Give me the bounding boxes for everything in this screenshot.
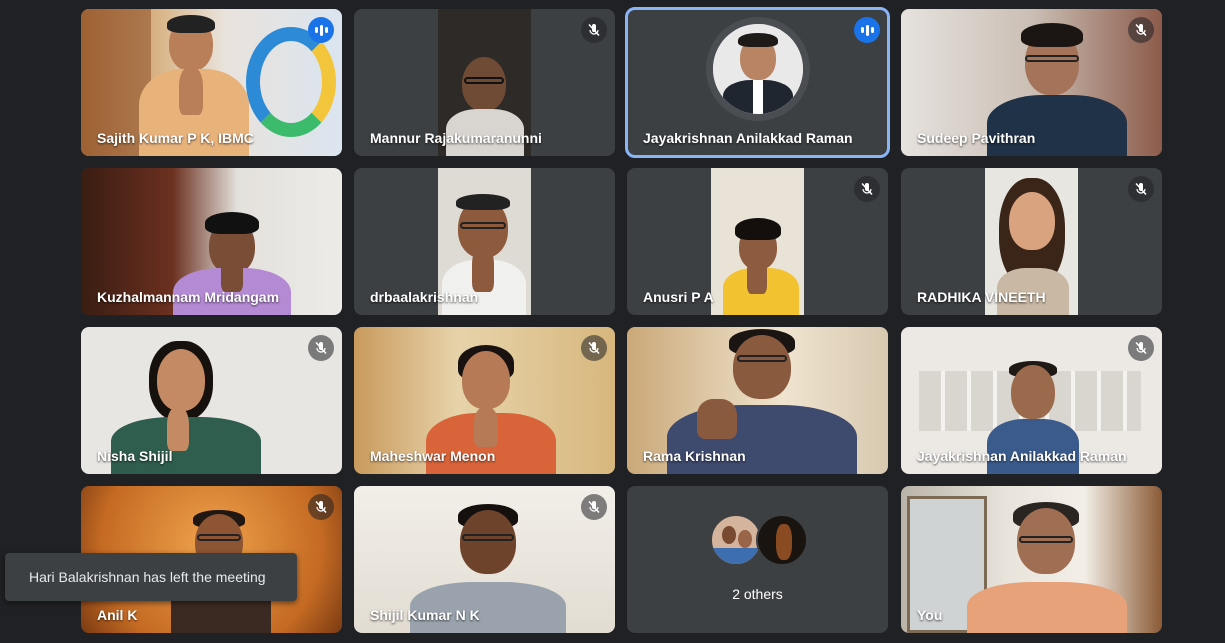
mic-off-icon [854,176,880,202]
participant-name: Anusri P A [643,289,714,305]
mic-off-icon [581,335,607,361]
participant-tile-5[interactable]: Kuzhalmannam Mridangam [81,168,342,315]
participant-tile-6[interactable]: drbaalakrishnan [354,168,615,315]
participant-name: Maheshwar Menon [370,448,496,464]
participant-name: Shijil Kumar N K [370,607,480,623]
participant-name: Anil K [97,607,138,623]
participant-name: Jayakrishnan Anilakkad Raman [917,448,1127,464]
mic-off-icon [1128,176,1154,202]
mic-off-icon [581,494,607,520]
others-tile[interactable]: 2 others [627,486,888,633]
participant-name: You [917,607,943,623]
participant-tile-8[interactable]: RADHIKA VINEETH [901,168,1162,315]
audio-level-icon [854,17,880,43]
avatar [755,514,808,566]
participant-tile-9[interactable]: Nisha Shijil [81,327,342,474]
avatar [712,23,803,114]
participant-tile-1[interactable]: Sajith Kumar P K, IBMC [81,9,342,156]
participant-name: Rama Krishnan [643,448,746,464]
participant-name: Jayakrishnan Anilakkad Raman [643,130,853,146]
mic-off-icon [308,335,334,361]
participant-tile-7[interactable]: Anusri P A [627,168,888,315]
notification-toast: Hari Balakrishnan has left the meeting [5,553,297,601]
participant-name: Sudeep Pavithran [917,130,1036,146]
participant-name: Nisha Shijil [97,448,173,464]
others-avatars [709,514,810,568]
participant-name: drbaalakrishnan [370,289,479,305]
participant-tile-3[interactable]: Jayakrishnan Anilakkad Raman [625,7,890,158]
participant-tile-10[interactable]: Maheshwar Menon [354,327,615,474]
participant-tile-11[interactable]: Rama Krishnan [627,327,888,474]
toast-message: Hari Balakrishnan has left the meeting [29,569,266,585]
participant-name: Sajith Kumar P K, IBMC [97,130,254,146]
others-count: 2 others [732,586,783,602]
mic-off-icon [1128,335,1154,361]
audio-level-icon [308,17,334,43]
participant-tile-4[interactable]: Sudeep Pavithran [901,9,1162,156]
avatar [709,514,762,566]
mic-off-icon [308,494,334,520]
participant-name: Mannur Rajakumaranunni [370,130,542,146]
mic-off-icon [1128,17,1154,43]
participant-tile-2[interactable]: Mannur Rajakumaranunni [354,9,615,156]
participant-tile-12[interactable]: Jayakrishnan Anilakkad Raman [901,327,1162,474]
self-tile[interactable]: You [901,486,1162,633]
participant-tile-14[interactable]: Shijil Kumar N K [354,486,615,633]
meeting-grid: Sajith Kumar P K, IBMC Mannur Rajakumara… [0,0,1225,643]
participant-name: Kuzhalmannam Mridangam [97,289,280,305]
mic-off-icon [581,17,607,43]
participant-name: RADHIKA VINEETH [917,289,1046,305]
